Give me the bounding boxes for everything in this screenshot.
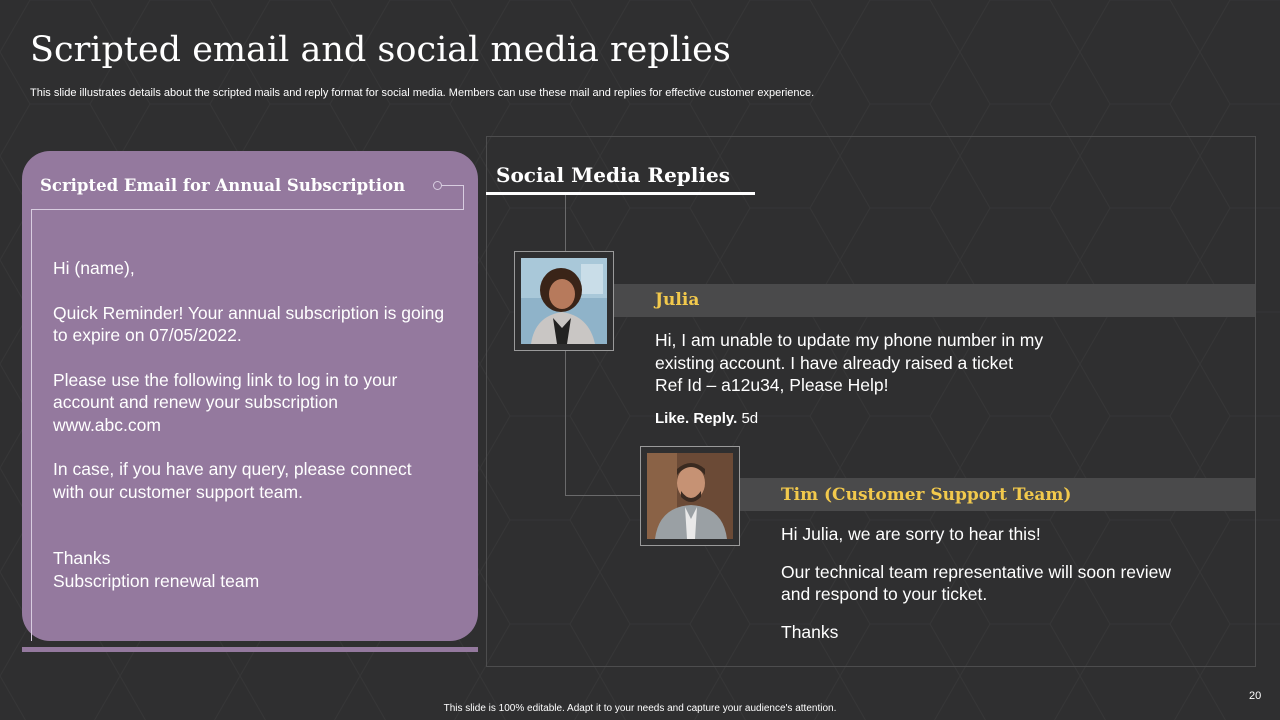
email-connector-line: [441, 185, 464, 186]
email-frame-right-line: [463, 185, 464, 210]
email-reminder: Quick Reminder! Your annual subscription…: [53, 302, 445, 346]
comment-age: 5d: [741, 410, 759, 427]
julia-message: Hi, I am unable to update my phone numbe…: [655, 329, 1135, 397]
page-subtitle: This slide illustrates details about the…: [30, 87, 815, 99]
tim-avatar: [640, 446, 740, 546]
tim-name: Tim (Customer Support Team): [781, 485, 1072, 505]
email-heading: Scripted Email for Annual Subscription: [40, 176, 406, 195]
email-body: Hi (name), Quick Reminder! Your annual s…: [53, 257, 473, 592]
tim-avatar-icon: [647, 453, 733, 539]
tim-message: Hi Julia, we are sorry to hear this! Our…: [781, 523, 1251, 643]
social-heading: Social Media Replies: [496, 163, 730, 187]
page-title: Scripted email and social media replies: [30, 30, 731, 70]
page-number: 20: [1249, 690, 1262, 702]
email-signoff: Thanks Subscription renewal team: [53, 548, 260, 591]
reply-link[interactable]: Reply.: [693, 410, 737, 427]
tim-message-line2: Our technical team representative will s…: [781, 561, 1172, 605]
email-card-underline: [22, 647, 478, 652]
tim-message-line1: Hi Julia, we are sorry to hear this!: [781, 524, 1041, 544]
email-instruction: Please use the following link to log in …: [53, 369, 398, 435]
social-heading-underline: [486, 192, 755, 195]
thread-line-horizontal: [565, 495, 641, 496]
footer-note: This slide is 100% editable. Adapt it to…: [443, 703, 837, 714]
email-frame-left-line: [31, 209, 32, 641]
julia-avatar: [514, 251, 614, 351]
email-connector-dot: [433, 181, 442, 190]
email-query: In case, if you have any query, please c…: [53, 459, 412, 502]
julia-name-bar: [614, 284, 1255, 317]
comment-actions: Like. Reply. 5d: [655, 410, 758, 427]
julia-avatar-icon: [521, 258, 607, 344]
like-link[interactable]: Like.: [655, 410, 689, 427]
tim-message-line3: Thanks: [781, 621, 839, 642]
email-greeting: Hi (name),: [53, 258, 135, 278]
julia-message-text: Hi, I am unable to update my phone numbe…: [655, 330, 1044, 395]
email-frame-top-line: [31, 209, 463, 210]
julia-name: Julia: [655, 290, 700, 310]
